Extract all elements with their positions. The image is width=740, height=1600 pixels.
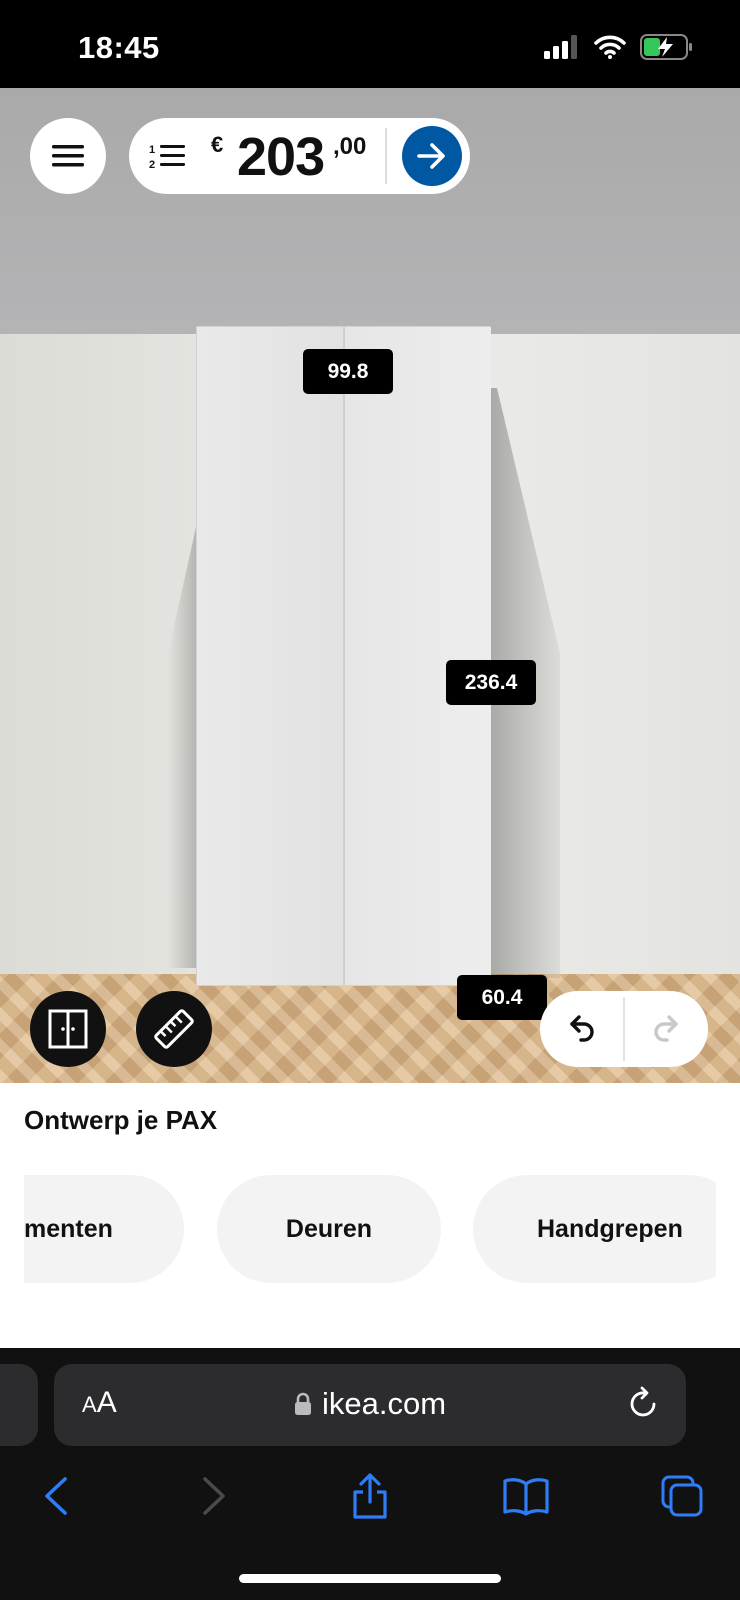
planner-3d-view[interactable]: 99.8 236.4 60.4 1 2 € 203 ,00 (0, 88, 740, 1083)
toggle-doors-button[interactable] (30, 991, 106, 1067)
url-text: ikea.com (322, 1386, 447, 1421)
back-button[interactable] (26, 1466, 86, 1526)
wardrobe-door-left[interactable] (197, 327, 343, 985)
cellular-signal-icon (544, 35, 577, 59)
open-book-icon (503, 1478, 549, 1516)
depth-dimension-label: 60.4 (457, 975, 547, 1020)
price-cents: ,00 (333, 133, 367, 160)
undo-button[interactable] (540, 991, 624, 1067)
chevron-left-icon (45, 1477, 67, 1515)
undo-icon (570, 1015, 594, 1042)
toggle-measurements-button[interactable] (136, 991, 212, 1067)
chevron-right-icon (203, 1477, 225, 1515)
chip-label: Handgrepen (537, 1214, 683, 1243)
arrow-right-icon (417, 143, 445, 169)
reload-button[interactable] (628, 1386, 660, 1425)
width-dimension-label: 99.8 (303, 349, 393, 394)
aa-large: A (96, 1386, 117, 1419)
reload-icon (630, 1386, 656, 1417)
svg-text:1: 1 (149, 144, 155, 156)
ruler-icon (154, 1009, 194, 1049)
address-bar[interactable]: AA ikea.com (54, 1364, 686, 1446)
share-button[interactable] (340, 1466, 400, 1526)
divider (385, 128, 387, 184)
hamburger-menu-icon (52, 145, 84, 167)
chip-handgrepen[interactable]: Handgrepen (473, 1175, 716, 1283)
menu-button[interactable] (30, 118, 106, 194)
panel-title: Ontwerp je PAX (24, 1105, 218, 1135)
tabs-icon (661, 1475, 703, 1517)
forward-button[interactable] (184, 1466, 244, 1526)
tabs-button[interactable] (652, 1466, 712, 1526)
wifi-icon (594, 35, 626, 59)
price-amount: 203 (237, 127, 325, 187)
svg-text:2: 2 (149, 159, 155, 170)
url-display[interactable]: ikea.com (294, 1386, 446, 1422)
numbered-list-icon: 1 2 (149, 144, 185, 170)
category-chip-carousel[interactable]: menten Deuren Handgrepen (24, 1175, 716, 1283)
pax-wardrobe[interactable] (196, 326, 491, 986)
home-indicator[interactable] (239, 1574, 501, 1583)
redo-icon (654, 1015, 678, 1042)
share-icon (353, 1473, 387, 1519)
lock-icon (295, 1392, 311, 1415)
price-summary-pill[interactable]: 1 2 € 203 ,00 (129, 118, 470, 194)
chip-label: Deuren (285, 1214, 373, 1243)
chip-deuren[interactable]: Deuren (217, 1175, 441, 1283)
undo-redo-pill (540, 991, 708, 1067)
chip-label: menten (24, 1214, 113, 1243)
browser-toolbar: AA ikea.com (0, 1348, 740, 1600)
height-dimension-label: 236.4 (446, 660, 536, 705)
wardrobe-door-right[interactable] (345, 327, 491, 985)
wardrobe-doors-icon (48, 1009, 88, 1049)
design-panel: Ontwerp je PAX menten Deuren Handgrepen (0, 1083, 740, 1348)
continue-button[interactable] (402, 126, 462, 186)
previous-tab-preview[interactable] (0, 1364, 38, 1446)
aa-small: A (82, 1392, 97, 1417)
price-currency: € (211, 132, 224, 157)
status-icons (544, 34, 694, 60)
status-time: 18:45 (78, 30, 160, 65)
redo-button[interactable] (624, 991, 708, 1067)
status-bar: 18:45 (0, 0, 740, 88)
browser-nav-row (0, 1466, 740, 1526)
battery-charging-icon (640, 34, 692, 60)
bookmarks-button[interactable] (496, 1466, 556, 1526)
page-settings-button[interactable]: AA (82, 1386, 117, 1420)
chip-elementen[interactable]: menten (24, 1175, 184, 1283)
